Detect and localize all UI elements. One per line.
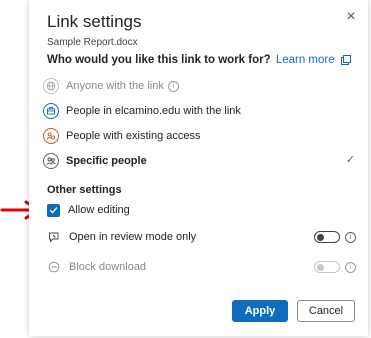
cancel-button[interactable]: Cancel bbox=[297, 300, 355, 322]
audience-question: Who would you like this link to work for… bbox=[47, 54, 351, 66]
apply-button[interactable]: Apply bbox=[232, 300, 288, 322]
allow-editing-checkbox[interactable] bbox=[47, 203, 60, 217]
people-icon bbox=[43, 153, 59, 169]
open-external-icon[interactable] bbox=[340, 55, 351, 65]
globe-icon bbox=[43, 78, 59, 94]
review-mode-row: Open in review mode only bbox=[47, 228, 359, 246]
block-icon bbox=[47, 260, 61, 274]
review-icon bbox=[47, 230, 61, 244]
checkmark-icon bbox=[49, 206, 58, 213]
option-existing-access-label: People with existing access bbox=[66, 130, 201, 142]
option-organization-label: People in elcamino.edu with the link bbox=[66, 105, 241, 117]
option-existing-access[interactable]: People with existing access bbox=[43, 125, 363, 147]
close-icon: × bbox=[346, 8, 356, 25]
review-mode-toggle[interactable] bbox=[314, 231, 340, 243]
option-anyone-label: Anyone with the link bbox=[66, 80, 164, 92]
block-download-row: Block download bbox=[47, 258, 359, 276]
people-existing-icon bbox=[43, 128, 59, 144]
building-icon bbox=[43, 103, 59, 119]
link-settings-dialog: × Link settings Sample Report.docx Who w… bbox=[29, 0, 368, 336]
allow-editing-label: Allow editing bbox=[68, 204, 130, 216]
learn-more-link[interactable]: Learn more bbox=[276, 54, 335, 66]
dialog-title: Link settings bbox=[47, 12, 142, 31]
toggle-knob bbox=[317, 263, 324, 271]
review-mode-info-icon[interactable]: i bbox=[345, 232, 356, 243]
file-name: Sample Report.docx bbox=[47, 37, 138, 48]
toggle-knob bbox=[317, 233, 324, 241]
block-download-info-icon[interactable]: i bbox=[345, 262, 356, 273]
block-download-label: Block download bbox=[69, 261, 147, 273]
allow-editing-row: Allow editing bbox=[47, 201, 359, 219]
block-download-toggle[interactable] bbox=[314, 261, 340, 273]
option-anyone[interactable]: Anyone with the link i bbox=[43, 75, 363, 97]
selected-checkmark-icon: ✓ bbox=[345, 154, 355, 166]
option-organization[interactable]: People in elcamino.edu with the link bbox=[43, 100, 363, 122]
audience-question-text: Who would you like this link to work for… bbox=[47, 54, 271, 66]
close-button[interactable]: × bbox=[344, 8, 358, 25]
info-icon[interactable]: i bbox=[167, 80, 179, 92]
option-specific-people[interactable]: Specific people ✓ bbox=[43, 150, 363, 172]
other-settings-heading: Other settings bbox=[47, 184, 122, 196]
option-specific-people-label: Specific people bbox=[66, 155, 147, 167]
review-mode-label: Open in review mode only bbox=[69, 231, 197, 243]
